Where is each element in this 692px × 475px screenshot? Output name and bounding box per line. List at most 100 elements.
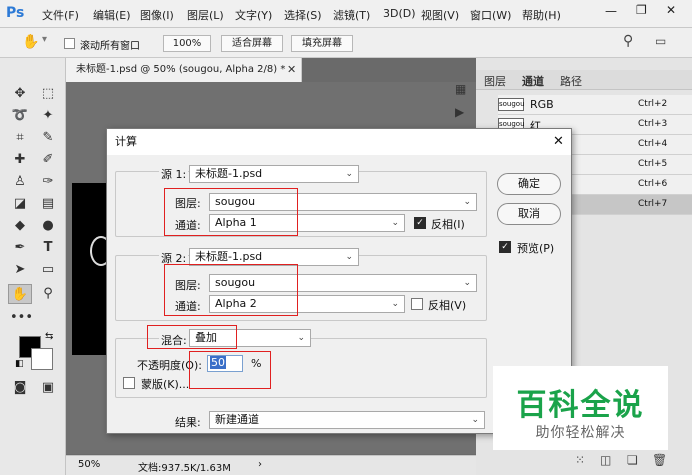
options-bar: ✋ ▾ 滚动所有窗口 100% 适合屏幕 填充屏幕 ⚲ ▭ [0, 28, 692, 58]
tab-layers[interactable]: 图层 [484, 73, 506, 89]
chevron-down-icon: ⌄ [463, 197, 471, 207]
load-selection-icon[interactable]: ⁙ [575, 453, 585, 467]
pen-tool-icon[interactable]: ✒ [10, 238, 30, 258]
source1-file-select[interactable]: 未标题-1.psd ⌄ [189, 165, 359, 183]
healing-brush-icon[interactable]: ✚ [10, 150, 30, 170]
status-arrow-icon[interactable]: › [258, 459, 262, 470]
result-select[interactable]: 新建通道 ⌄ [209, 411, 485, 429]
document-info: 文档:937.5K/1.63M [138, 463, 231, 474]
watermark-subtitle: 助你轻松解决 [535, 425, 626, 441]
menu-image[interactable]: 图像(I) [140, 7, 174, 23]
menu-layer[interactable]: 图层(L) [187, 7, 224, 23]
channel-name: RGB [530, 98, 554, 111]
menu-3d[interactable]: 3D(D) [383, 7, 416, 20]
search-icon[interactable]: ⚲ [623, 33, 633, 49]
play-action-icon[interactable]: ▶ [455, 105, 464, 119]
source1-invert-checkbox[interactable]: ✓ [414, 217, 426, 229]
background-color-swatch[interactable] [31, 348, 53, 370]
default-colors-icon[interactable]: ◧ [15, 359, 24, 369]
menu-view[interactable]: 视图(V) [421, 7, 459, 23]
mask-checkbox[interactable] [123, 377, 135, 389]
source2-file-value: 未标题-1.psd [195, 250, 263, 263]
workspace-icon[interactable]: ▭ [655, 34, 666, 48]
blur-tool-icon[interactable]: ◆ [10, 216, 30, 236]
eraser-tool-icon[interactable]: ◪ [10, 194, 30, 214]
clone-stamp-icon[interactable]: ♙ [10, 172, 30, 192]
more-tools-icon[interactable]: ••• [10, 308, 33, 328]
source2-invert-checkbox[interactable] [411, 298, 423, 310]
chevron-down-icon: ⌄ [345, 252, 353, 262]
crop-tool-icon[interactable]: ⌗ [10, 128, 30, 148]
shape-tool-icon[interactable]: ▭ [38, 260, 58, 280]
channel-row[interactable]: sougou RGB Ctrl+2 [498, 95, 692, 115]
quick-mask-icon[interactable]: ◙ [10, 378, 30, 398]
delete-channel-icon[interactable]: 🗑 [652, 453, 667, 467]
lasso-tool-icon[interactable]: ➰ [10, 106, 30, 126]
zoom-level[interactable]: 50% [78, 459, 100, 470]
document-tab[interactable]: 未标题-1.psd @ 50% (sougou, Alpha 2/8) * [66, 58, 302, 82]
menu-select[interactable]: 选择(S) [284, 7, 322, 23]
channel-shortcut: Ctrl+7 [638, 199, 668, 209]
channel-thumbnail: sougou [498, 98, 525, 111]
source1-file-value: 未标题-1.psd [195, 167, 263, 180]
screen-mode-icon[interactable]: ▣ [38, 378, 58, 398]
zoom-tool-icon[interactable]: ⚲ [38, 284, 58, 304]
result-value: 新建通道 [215, 413, 259, 426]
magic-wand-icon[interactable]: ✦ [38, 106, 58, 126]
marquee-tool-icon[interactable]: ⬚ [38, 84, 58, 104]
chevron-down-icon: ⌄ [297, 333, 305, 343]
menu-filter[interactable]: 滤镜(T) [333, 7, 370, 23]
hand-tool-active-icon[interactable]: ✋ [8, 284, 32, 304]
channel-shortcut: Ctrl+6 [638, 179, 668, 189]
channel-shortcut: Ctrl+3 [638, 119, 668, 129]
photoshop-logo: Ps [6, 5, 25, 21]
highlight-box [189, 351, 271, 389]
close-document-icon[interactable]: ✕ [287, 63, 296, 76]
fill-screen-button[interactable]: 填充屏幕 [291, 35, 353, 52]
new-channel-icon[interactable]: ❏ [627, 453, 638, 467]
tools-panel: ✥ ⬚ ➰ ✦ ⌗ ✎ ✚ ✐ ♙ ✑ ◪ ▤ ◆ ● ✒ T ➤ ▭ ✋ ⚲ … [0, 58, 66, 475]
minimize-icon[interactable]: — [605, 4, 617, 18]
menu-help[interactable]: 帮助(H) [522, 7, 561, 23]
tab-paths[interactable]: 路径 [560, 73, 582, 89]
watermark: 百科全说 助你轻松解决 [493, 366, 668, 450]
channel-shortcut: Ctrl+5 [638, 159, 668, 169]
menu-type[interactable]: 文字(Y) [235, 7, 272, 23]
chevron-down-icon: ⌄ [471, 415, 479, 425]
preview-label: 预览(P) [517, 242, 555, 255]
close-icon[interactable]: ✕ [553, 134, 564, 149]
source2-invert-label: 反相(V) [428, 299, 467, 312]
menu-edit[interactable]: 编辑(E) [93, 7, 131, 23]
cancel-button[interactable]: 取消 [497, 203, 561, 225]
gradient-tool-icon[interactable]: ▤ [38, 194, 58, 214]
scroll-all-label: 滚动所有窗口 [80, 41, 140, 52]
hand-tool-icon: ✋ [22, 34, 40, 50]
result-label: 结果: [175, 416, 201, 429]
menu-bar: Ps 文件(F) 编辑(E) 图像(I) 图层(L) 文字(Y) 选择(S) 滤… [0, 0, 692, 28]
watermark-title: 百科全说 [516, 388, 645, 423]
tool-preset-dropdown-icon[interactable]: ▾ [42, 34, 47, 45]
status-bar: 50% 文档:937.5K/1.63M › [66, 455, 476, 475]
histogram-icon[interactable]: ▦ [455, 82, 466, 96]
eyedropper-icon[interactable]: ✎ [38, 128, 58, 148]
ok-button[interactable]: 确定 [497, 173, 561, 195]
dodge-tool-icon[interactable]: ● [38, 216, 58, 236]
menu-window[interactable]: 窗口(W) [470, 7, 511, 23]
zoom-100-button[interactable]: 100% [163, 35, 211, 52]
tab-channels[interactable]: 通道 [522, 73, 544, 89]
menu-file[interactable]: 文件(F) [42, 7, 79, 23]
type-tool-icon[interactable]: T [38, 238, 58, 258]
save-selection-icon[interactable]: ◫ [600, 453, 611, 467]
close-window-icon[interactable]: ✕ [666, 3, 676, 17]
history-brush-icon[interactable]: ✑ [38, 172, 58, 192]
preview-checkbox[interactable]: ✓ [499, 241, 511, 253]
path-select-icon[interactable]: ➤ [10, 260, 30, 280]
brush-tool-icon[interactable]: ✐ [38, 150, 58, 170]
swap-colors-icon[interactable]: ⇆ [45, 331, 53, 342]
move-tool-icon[interactable]: ✥ [10, 84, 30, 104]
mask-label[interactable]: 蒙版(K)... [141, 376, 189, 392]
restore-icon[interactable]: ❐ [636, 3, 647, 17]
fit-screen-button[interactable]: 适合屏幕 [221, 35, 283, 52]
channel-shortcut: Ctrl+4 [638, 139, 668, 149]
scroll-all-checkbox[interactable] [64, 38, 75, 49]
